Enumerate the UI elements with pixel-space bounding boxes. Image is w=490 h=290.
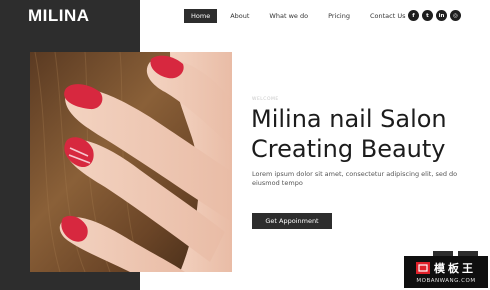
linkedin-icon[interactable]: in [436,10,447,21]
main-nav: Home About What we do Pricing Contact Us [184,9,418,23]
instagram-icon[interactable]: ◎ [450,10,461,21]
nav-item-what-we-do[interactable]: What we do [262,9,315,23]
nav-item-home[interactable]: Home [184,9,218,23]
nav-item-about[interactable]: About [223,9,256,23]
get-appointment-button[interactable]: Get Appoinment [252,213,332,229]
social-links: f t in ◎ [408,10,461,21]
manicured-hand-illustration [30,52,232,272]
hero-description: Lorem ipsum dolor sit amet, consectetur … [252,170,458,187]
facebook-icon[interactable]: f [408,10,419,21]
hero-title-line-2: Creating Beauty [251,135,446,163]
hero-title: Milina nail Salon Creating Beauty [251,104,447,164]
hero-tagline: WELCOME [252,97,279,102]
twitter-icon[interactable]: t [422,10,433,21]
watermark-text: 模板王 [434,262,476,275]
hero-title-line-1: Milina nail Salon [251,105,447,133]
watermark-badge: 模板王 MOBANWANG.COM [404,256,488,288]
watermark-logo-icon [416,262,430,274]
hero-image [30,52,232,272]
nav-item-pricing[interactable]: Pricing [321,9,357,23]
watermark-glyph [418,264,428,272]
watermark-url: MOBANWANG.COM [416,278,476,284]
nav-item-contact-us[interactable]: Contact Us [363,9,413,23]
brand-logo[interactable]: MILINA [28,6,90,26]
watermark-row: 模板王 [416,260,476,276]
